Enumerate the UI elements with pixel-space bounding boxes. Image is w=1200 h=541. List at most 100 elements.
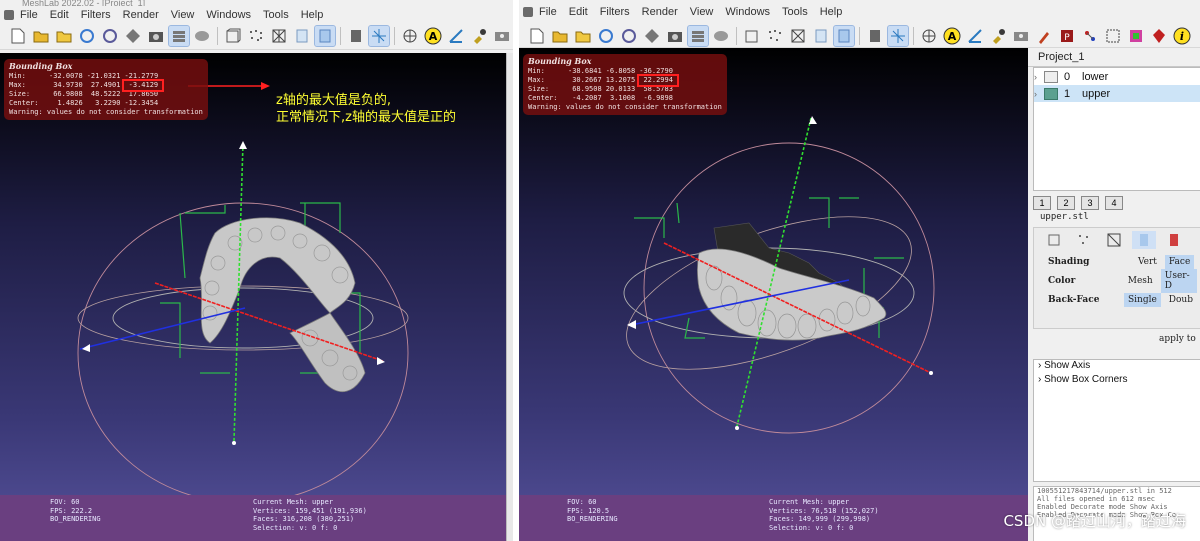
menu-view[interactable]: View xyxy=(690,6,714,18)
menu-help[interactable]: Help xyxy=(301,9,324,21)
align-icon[interactable] xyxy=(1080,26,1100,46)
menu-windows[interactable]: Windows xyxy=(206,9,251,21)
open-project-icon[interactable] xyxy=(550,26,570,46)
smooth-shading-icon[interactable] xyxy=(833,24,855,47)
texture-tab-icon[interactable] xyxy=(1162,231,1186,249)
points-tab-icon[interactable] xyxy=(1072,231,1096,249)
layer-row-upper[interactable]: › 1 upper xyxy=(1034,85,1200,102)
side-panel-edge[interactable] xyxy=(506,53,513,541)
flat-shading-icon[interactable] xyxy=(811,26,831,46)
bbox-mode-icon[interactable] xyxy=(742,26,762,46)
view-button-4[interactable]: 4 xyxy=(1105,196,1123,210)
decorator-show-box-corners[interactable]: › Show Box Corners xyxy=(1034,374,1200,388)
bbox-mode-icon[interactable] xyxy=(223,26,243,46)
camera-icon[interactable] xyxy=(492,26,512,46)
new-project-icon[interactable] xyxy=(527,26,547,46)
backface-single-option[interactable]: Single xyxy=(1123,292,1161,307)
backface-double-option[interactable]: Doub xyxy=(1165,293,1197,307)
open-project-icon[interactable] xyxy=(31,26,51,46)
menu-file[interactable]: File xyxy=(20,9,38,21)
decorator-show-axis[interactable]: › Show Axis xyxy=(1034,360,1200,374)
view-button-1[interactable]: 1 xyxy=(1033,196,1051,210)
view-button-3[interactable]: 3 xyxy=(1081,196,1099,210)
measure-icon[interactable] xyxy=(446,26,466,46)
info-icon[interactable]: i xyxy=(1172,26,1192,46)
menu-windows[interactable]: Windows xyxy=(725,6,770,18)
watermark: CSDN @踏过山河，踏过海 xyxy=(1003,512,1186,530)
measure-icon[interactable] xyxy=(965,26,985,46)
reload-all-icon[interactable] xyxy=(619,26,639,46)
menu-filters[interactable]: Filters xyxy=(81,9,111,21)
layers-icon[interactable] xyxy=(687,24,709,47)
menu-edit[interactable]: Edit xyxy=(50,9,69,21)
flat-shading-icon[interactable] xyxy=(292,26,312,46)
menu-tools[interactable]: Tools xyxy=(782,6,808,18)
apply-to-label[interactable]: apply to xyxy=(1159,334,1196,344)
menu-filters[interactable]: Filters xyxy=(600,6,630,18)
render-mode-text: BO_RENDERING xyxy=(567,515,618,523)
project-tab[interactable]: Project_1 xyxy=(1028,48,1200,67)
wire-tab-icon[interactable] xyxy=(1102,231,1126,249)
reload-icon[interactable] xyxy=(77,26,97,46)
expand-arrow-icon[interactable]: › xyxy=(1034,89,1044,99)
menu-view[interactable]: View xyxy=(171,9,195,21)
bbox-tab-icon[interactable] xyxy=(1042,231,1066,249)
snapshot-icon[interactable] xyxy=(665,26,685,46)
view-button-2[interactable]: 2 xyxy=(1057,196,1075,210)
snapshot-icon[interactable] xyxy=(146,26,166,46)
color-mesh-option[interactable]: Mesh xyxy=(1124,274,1157,288)
axis-icon[interactable] xyxy=(368,25,390,47)
wireframe-mode-icon[interactable] xyxy=(788,26,808,46)
mesh-layers-icon[interactable] xyxy=(865,26,885,46)
menu-render[interactable]: Render xyxy=(123,9,159,21)
export-mesh-icon[interactable] xyxy=(642,26,662,46)
visibility-eye-icon[interactable] xyxy=(1044,87,1058,100)
3d-viewport[interactable]: Bounding Box Min: -38.6841 -6.8058 -36.2790… xyxy=(519,48,1028,541)
menu-tools[interactable]: Tools xyxy=(263,9,289,21)
new-project-icon[interactable] xyxy=(8,26,28,46)
trackball-icon[interactable] xyxy=(400,26,420,46)
mesh-stats: Current Mesh: upper Vertices: 159,451 (1… xyxy=(253,498,367,532)
axis-icon[interactable] xyxy=(887,24,909,47)
annotation-a-icon[interactable]: A xyxy=(942,26,962,46)
paint-icon[interactable] xyxy=(469,26,489,46)
layers-icon[interactable] xyxy=(168,25,190,47)
shading-face-option[interactable]: Face xyxy=(1164,254,1195,269)
smooth-shading-icon[interactable] xyxy=(314,25,336,47)
mesh-layers-icon[interactable] xyxy=(346,26,366,46)
import-mesh-icon[interactable] xyxy=(54,26,74,46)
raster-layers-icon[interactable] xyxy=(711,26,731,46)
lower-jaw-mesh-part[interactable] xyxy=(289,312,366,393)
color-user-option[interactable]: User-D xyxy=(1160,268,1197,293)
georef-icon[interactable] xyxy=(1149,26,1169,46)
fill-tab-icon[interactable] xyxy=(1132,231,1156,249)
menu-render[interactable]: Render xyxy=(642,6,678,18)
raster-layers-icon[interactable] xyxy=(192,26,212,46)
reload-all-icon[interactable] xyxy=(100,26,120,46)
menu-help[interactable]: Help xyxy=(820,6,843,18)
points-mode-icon[interactable] xyxy=(246,26,266,46)
pick-points-icon[interactable]: P xyxy=(1057,26,1077,46)
points-mode-icon[interactable] xyxy=(765,26,785,46)
menu-file[interactable]: File xyxy=(539,6,557,18)
select-faces-icon[interactable] xyxy=(1103,26,1123,46)
3d-viewport[interactable]: Bounding Box Min: -32.0078 -21.0321 -21.277… xyxy=(0,53,513,541)
layer-row-lower[interactable]: › 0 lower xyxy=(1034,68,1200,85)
edit-camera-icon[interactable] xyxy=(1011,26,1031,46)
trackball-icon[interactable] xyxy=(919,26,939,46)
faces-text: Faces: 149,999 (299,998) xyxy=(769,515,871,523)
import-mesh-icon[interactable] xyxy=(573,26,593,46)
annotation-text: z轴的最大值是负的, 正常情况下,z轴的最大值是正的 xyxy=(276,92,456,126)
export-mesh-icon[interactable] xyxy=(123,26,143,46)
texture-icon[interactable] xyxy=(1126,26,1146,46)
color-brush-icon[interactable] xyxy=(1034,26,1054,46)
menu-edit[interactable]: Edit xyxy=(569,6,588,18)
annotation-a-icon[interactable]: A xyxy=(423,26,443,46)
expand-arrow-icon[interactable]: › xyxy=(1034,72,1044,82)
visibility-eye-icon[interactable] xyxy=(1044,70,1058,83)
shading-vert-option[interactable]: Vert xyxy=(1134,255,1161,269)
wireframe-mode-icon[interactable] xyxy=(269,26,289,46)
bbox-value: -4.2087 xyxy=(572,94,602,102)
paint-icon[interactable] xyxy=(988,26,1008,46)
reload-icon[interactable] xyxy=(596,26,616,46)
